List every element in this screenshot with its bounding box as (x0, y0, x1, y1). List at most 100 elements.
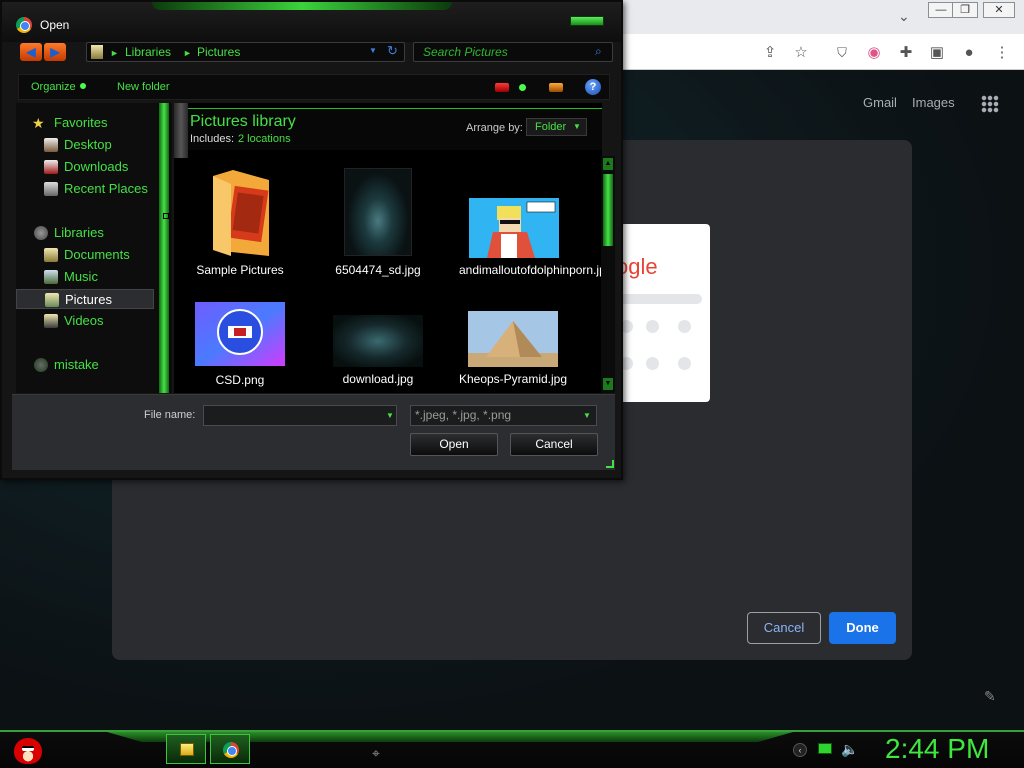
file-name-dropdown-icon[interactable]: ▼ (384, 407, 396, 424)
google-apps-grid-icon[interactable] (981, 95, 999, 113)
file-type-select[interactable]: *.jpeg, *.jpg, *.png ▼ (410, 405, 597, 426)
arrange-by-label: Arrange by: (466, 122, 523, 134)
side-panel-icon[interactable]: ▣ (927, 43, 947, 63)
file-name-input[interactable] (203, 405, 397, 426)
documents-icon (44, 248, 58, 262)
preview-shortcut-dot (646, 357, 659, 370)
extensions-puzzle-icon[interactable]: ✚ (896, 43, 916, 63)
file-item-sample-pictures[interactable]: Sample Pictures (185, 168, 295, 298)
taskbar-explorer-button[interactable] (166, 734, 206, 764)
forward-arrow-icon[interactable]: ▶ (44, 43, 66, 61)
google-logo-preview: ogle (620, 254, 658, 279)
search-input[interactable]: Search Pictures ⌕ (413, 42, 613, 62)
nav-documents[interactable]: Documents (16, 245, 156, 265)
breadcrumb-libraries[interactable]: Libraries (125, 45, 171, 59)
dialog-title: Open (40, 18, 70, 32)
breadcrumb-separator[interactable]: ► (183, 48, 192, 58)
recent-places-icon (44, 182, 58, 196)
preview-pane-icon[interactable] (549, 83, 563, 92)
file-item-csd[interactable]: CSD.png (185, 302, 295, 392)
volume-icon[interactable]: 🔈 (841, 741, 858, 758)
pane-divider[interactable] (174, 103, 188, 158)
taskbar-border (0, 730, 1024, 732)
dialog-titlebar[interactable]: Open (2, 2, 621, 42)
tab-search-chevron-icon[interactable]: ⌄ (898, 8, 910, 25)
nav-recent-places[interactable]: Recent Places (16, 179, 156, 199)
nav-scrollbar-thumb[interactable] (159, 103, 169, 393)
images-link[interactable]: Images (912, 95, 955, 110)
arrange-by-select[interactable]: Folder ▼ (526, 118, 587, 136)
taskbar-chrome-button[interactable] (210, 734, 250, 764)
new-folder-button[interactable]: New folder (117, 81, 170, 93)
address-bar[interactable]: ► Libraries ► Pictures ▼ ↻ (86, 42, 405, 62)
image-thumbnail (469, 198, 559, 258)
view-options-dropdown-icon[interactable] (519, 84, 526, 91)
breadcrumb-pictures[interactable]: Pictures (197, 45, 240, 59)
nav-mistake[interactable]: mistake (16, 355, 156, 375)
navigation-pane: ★ Favorites Desktop Downloads Recent Pla… (16, 103, 172, 393)
nav-downloads[interactable]: Downloads (16, 157, 156, 177)
file-name: 6504474_sd.jpg (335, 263, 421, 277)
customize-done-button[interactable]: Done (829, 612, 896, 644)
close-button[interactable]: ✕ (983, 2, 1015, 18)
customize-cancel-button[interactable]: Cancel (747, 612, 821, 644)
image-thumbnail (344, 168, 412, 256)
restore-button[interactable]: ❐ (952, 2, 978, 18)
file-scrollbar-thumb[interactable] (603, 174, 613, 246)
start-icon-detail (22, 746, 34, 751)
share-icon[interactable]: ⇪ (760, 43, 780, 63)
address-dropdown-icon[interactable]: ▼ (369, 46, 377, 55)
cancel-button[interactable]: Cancel (510, 433, 598, 456)
file-item-6504474[interactable]: 6504474_sd.jpg (323, 168, 433, 288)
titlebar-accent (152, 2, 452, 10)
minimize-button[interactable]: — (928, 2, 954, 18)
chrome-menu-icon[interactable]: ⋮ (992, 43, 1012, 63)
libraries-icon (34, 226, 48, 240)
nav-libraries[interactable]: Libraries (16, 223, 156, 243)
help-icon[interactable]: ? (585, 79, 601, 95)
dialog-close-button[interactable] (570, 16, 604, 26)
edit-pencil-icon[interactable]: ✎ (984, 688, 996, 705)
tray-overflow-icon[interactable]: ‹ (793, 743, 807, 757)
nav-favorites[interactable]: ★ Favorites (16, 113, 156, 133)
nav-pictures[interactable]: Pictures (16, 289, 154, 309)
back-arrow-icon[interactable]: ◀ (20, 43, 42, 61)
taskbar-clock[interactable]: 2:44 PM (885, 733, 989, 765)
ublock-extension-icon[interactable]: ⛉ (832, 43, 852, 63)
file-name-label: File name: (144, 409, 196, 421)
file-scrollbar[interactable]: ▲ ▼ (601, 156, 615, 393)
file-name: Sample Pictures (196, 263, 284, 277)
scroll-down-icon[interactable]: ▼ (603, 378, 613, 390)
nav-videos[interactable]: Videos (16, 311, 156, 331)
nav-desktop[interactable]: Desktop (16, 135, 156, 155)
library-icon (91, 45, 103, 59)
file-item-download[interactable]: download.jpg (323, 315, 433, 393)
desktop-icon (44, 138, 58, 152)
start-button[interactable] (8, 732, 48, 766)
breadcrumb-separator[interactable]: ► (110, 48, 119, 58)
file-item-andimall[interactable]: andimalloutofdolphinporn.jpg (459, 198, 613, 298)
resize-grip-icon[interactable] (606, 460, 614, 468)
chevron-down-icon: ▼ (573, 122, 581, 131)
library-locations-link[interactable]: 2 locations (238, 133, 291, 145)
music-icon (44, 270, 58, 284)
gmail-link[interactable]: Gmail (863, 95, 897, 110)
change-view-icon[interactable] (495, 83, 509, 92)
command-bar: Organize New folder ? (18, 74, 610, 100)
extension-flag-icon[interactable]: ◉ (864, 43, 884, 63)
network-icon[interactable] (818, 743, 832, 754)
nav-music[interactable]: Music (16, 267, 156, 287)
nav-scrollbar[interactable] (157, 103, 171, 393)
organize-button[interactable]: Organize (31, 81, 86, 93)
scroll-up-icon[interactable]: ▲ (603, 158, 613, 170)
taskbar: ⌖ ‹ 🔈 2:44 PM (0, 730, 1024, 768)
search-icon[interactable]: ⌕ (595, 44, 602, 59)
preview-shortcut-dot (678, 320, 691, 333)
profile-avatar-icon[interactable]: ● (959, 43, 979, 63)
pictures-icon (45, 293, 59, 307)
refresh-icon[interactable]: ↻ (387, 43, 398, 59)
file-name: andimalloutofdolphinporn.jpg (459, 263, 613, 277)
bookmark-star-icon[interactable]: ☆ (791, 43, 811, 63)
open-button[interactable]: Open (410, 433, 498, 456)
file-item-kheops[interactable]: Kheops-Pyramid.jpg (458, 311, 568, 393)
